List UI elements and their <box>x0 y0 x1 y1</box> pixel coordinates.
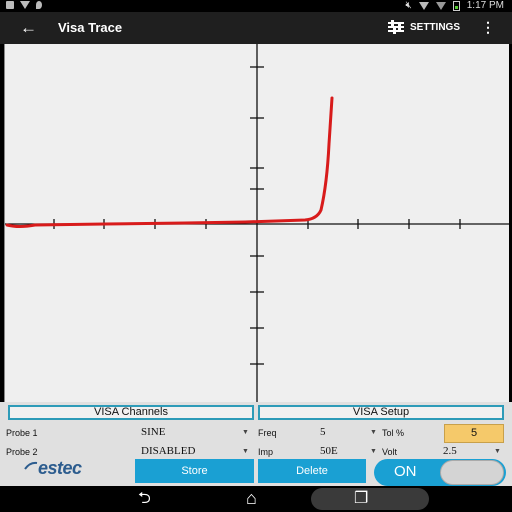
more-vert-icon[interactable]: ⋮ <box>481 20 495 34</box>
wifi-icon <box>20 1 30 9</box>
store-button[interactable]: Store <box>135 459 254 483</box>
recent-apps-highlight <box>311 488 429 510</box>
probe2-label: Probe 2 <box>6 447 38 457</box>
tol-label: Tol % <box>382 428 405 438</box>
visa-setup-header: VISA Setup <box>258 405 504 420</box>
estec-logo: estec <box>38 458 82 478</box>
tol-input[interactable]: 5 <box>444 424 504 443</box>
sliders-icon <box>387 20 407 34</box>
chevron-down-icon: ▼ <box>494 448 501 455</box>
visa-channels-header: VISA Channels <box>8 405 254 420</box>
nav-back-icon[interactable]: ⮌ <box>138 489 151 509</box>
notification-icon <box>6 1 14 9</box>
toggle-label: ON <box>394 463 417 480</box>
settings-button[interactable]: SETTINGS <box>387 20 460 34</box>
status-bar: 🔇︎ 1:17 PM <box>0 0 512 12</box>
battery-icon <box>452 0 460 11</box>
probe2-value: DISABLED <box>141 445 196 457</box>
nav-home-icon[interactable]: ⌂ <box>246 488 257 508</box>
estec-logo-icon <box>24 461 38 470</box>
chevron-down-icon: ▼ <box>242 448 249 455</box>
trace-svg <box>5 44 509 402</box>
nav-recent-icon[interactable]: ❐ <box>354 489 368 509</box>
settings-label: SETTINGS <box>410 21 461 33</box>
wifi-signal-icon <box>418 1 429 10</box>
toggle-knob[interactable] <box>440 460 504 485</box>
chevron-down-icon: ▼ <box>370 448 377 455</box>
status-time: 1:17 PM <box>466 0 504 11</box>
freq-value: 5 <box>320 426 326 438</box>
volt-value: 2.5 <box>443 445 457 457</box>
app-bar: ← Visa Trace SETTINGS ⋮ <box>0 12 512 44</box>
freq-label: Freq <box>258 428 277 438</box>
status-right-icons: 🔇︎ 1:17 PM <box>405 0 504 11</box>
status-left-icons <box>6 1 42 9</box>
cell-signal-icon <box>435 1 446 10</box>
back-arrow-icon[interactable]: ← <box>20 18 37 38</box>
imp-label: Imp <box>258 447 274 457</box>
probe1-label: Probe 1 <box>6 428 38 438</box>
trace-plot[interactable] <box>4 44 509 402</box>
mute-icon: 🔇︎ <box>405 0 412 11</box>
delete-button[interactable]: Delete <box>258 459 366 483</box>
chevron-down-icon: ▼ <box>242 429 249 436</box>
probe1-value: SINE <box>141 426 166 438</box>
imp-value: 50E <box>320 445 338 457</box>
on-off-toggle[interactable]: ON <box>374 459 506 486</box>
chevron-down-icon: ▼ <box>370 429 377 436</box>
location-icon <box>36 1 42 9</box>
page-title: Visa Trace <box>58 20 123 35</box>
volt-label: Volt <box>382 447 398 457</box>
